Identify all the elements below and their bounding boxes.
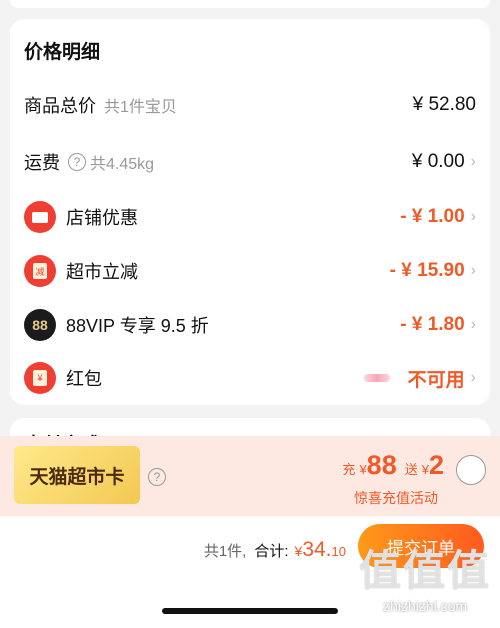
row-label: 超市立减 (66, 262, 138, 282)
red-packet-icon: ¥ (24, 362, 56, 394)
chevron-right-icon: › (470, 208, 476, 225)
row-shipping[interactable]: 运费 ? 共4.45kg ¥ 0.00 › (10, 142, 490, 182)
promo-subtitle: 惊喜充值活动 (354, 490, 438, 506)
help-icon[interactable]: ? (148, 468, 166, 486)
promo-offer: 充 ¥ 88 送 ¥ 2 (342, 450, 444, 481)
row-sub: 共1件宝贝 (104, 99, 177, 116)
row-amount: ¥ 0.00 › (412, 151, 476, 173)
total-label: 合计: (254, 543, 289, 560)
help-icon[interactable]: ? (68, 153, 86, 171)
row-goods-total: 商品总价 共1件宝贝 ¥ 52.80 (10, 85, 490, 125)
order-summary: 共1件, 合计: ¥ 34. 10 (204, 538, 346, 562)
total-currency: ¥ (294, 543, 303, 559)
supermarket-card-promo[interactable]: 天猫超市卡 ? 充 ¥ 88 送 ¥ 2 惊喜充值活动 (0, 436, 500, 516)
submit-order-button[interactable]: 提交订单 (358, 524, 484, 568)
ticket-icon (24, 201, 56, 233)
row-label: 店铺优惠 (66, 208, 138, 228)
price-details-card: 价格明细 商品总价 共1件宝贝 ¥ 52.80 运费 ? 共4.45kg ¥ 0… (10, 19, 490, 405)
blurred-badge (363, 374, 390, 382)
total-decimal: 10 (331, 544, 346, 559)
currency: ¥ (359, 462, 367, 477)
row-red-packet[interactable]: ¥ 红包 不可用 › (10, 358, 490, 398)
row-label: 商品总价 (24, 96, 96, 116)
row-store-discount[interactable]: 店铺优惠 - ¥ 1.00 › (10, 197, 490, 237)
row-label: 运费 (24, 153, 60, 173)
amount-text: - ¥ 1.00 (400, 206, 465, 227)
previous-card-edge (10, 0, 490, 8)
tmall-supermarket-card-image: 天猫超市卡 (14, 446, 140, 504)
chevron-right-icon: › (470, 262, 476, 279)
chevron-right-icon: › (470, 369, 476, 386)
price-details-title: 价格明细 (24, 42, 101, 63)
row-amount: ¥ 52.80 (413, 94, 476, 116)
row-amount: - ¥ 15.90 › (390, 260, 476, 282)
chevron-right-icon: › (470, 316, 476, 333)
row-label: 红包 (66, 369, 102, 389)
row-amount: 不可用 › (363, 365, 476, 392)
total-integer: 34. (302, 538, 332, 561)
amount-text: - ¥ 15.90 (389, 260, 465, 281)
row-label: 88VIP 专享 9.5 折 (66, 316, 209, 336)
row-amount: - ¥ 1.00 › (400, 206, 476, 228)
bonus-amount: 2 (428, 450, 444, 480)
88vip-icon: 88 (24, 309, 56, 341)
recharge-label: 充 (342, 462, 356, 477)
currency: ¥ (421, 462, 429, 477)
home-indicator[interactable] (162, 608, 338, 614)
recharge-amount: 88 (366, 450, 397, 480)
row-supermarket-discount[interactable]: 减 超市立减 - ¥ 15.90 › (10, 251, 490, 291)
supermarket-discount-icon: 减 (24, 255, 56, 287)
item-count: 共1件, (203, 543, 247, 560)
amount-text: - ¥ 1.80 (400, 314, 465, 335)
promo-select-radio[interactable] (456, 455, 486, 485)
row-88vip-discount[interactable]: 88 88VIP 专享 9.5 折 - ¥ 1.80 › (10, 305, 490, 345)
amount-text: ¥ 0.00 (411, 151, 465, 172)
amount-text: ¥ 52.80 (412, 94, 476, 115)
checkout-bar: 共1件, 合计: ¥ 34. 10 提交订单 (0, 516, 500, 628)
row-amount: - ¥ 1.80 › (400, 314, 476, 336)
bonus-label: 送 (404, 462, 418, 477)
row-sub: 共4.45kg (90, 156, 155, 173)
chevron-right-icon: › (470, 153, 476, 170)
amount-text: 不可用 (407, 369, 465, 391)
